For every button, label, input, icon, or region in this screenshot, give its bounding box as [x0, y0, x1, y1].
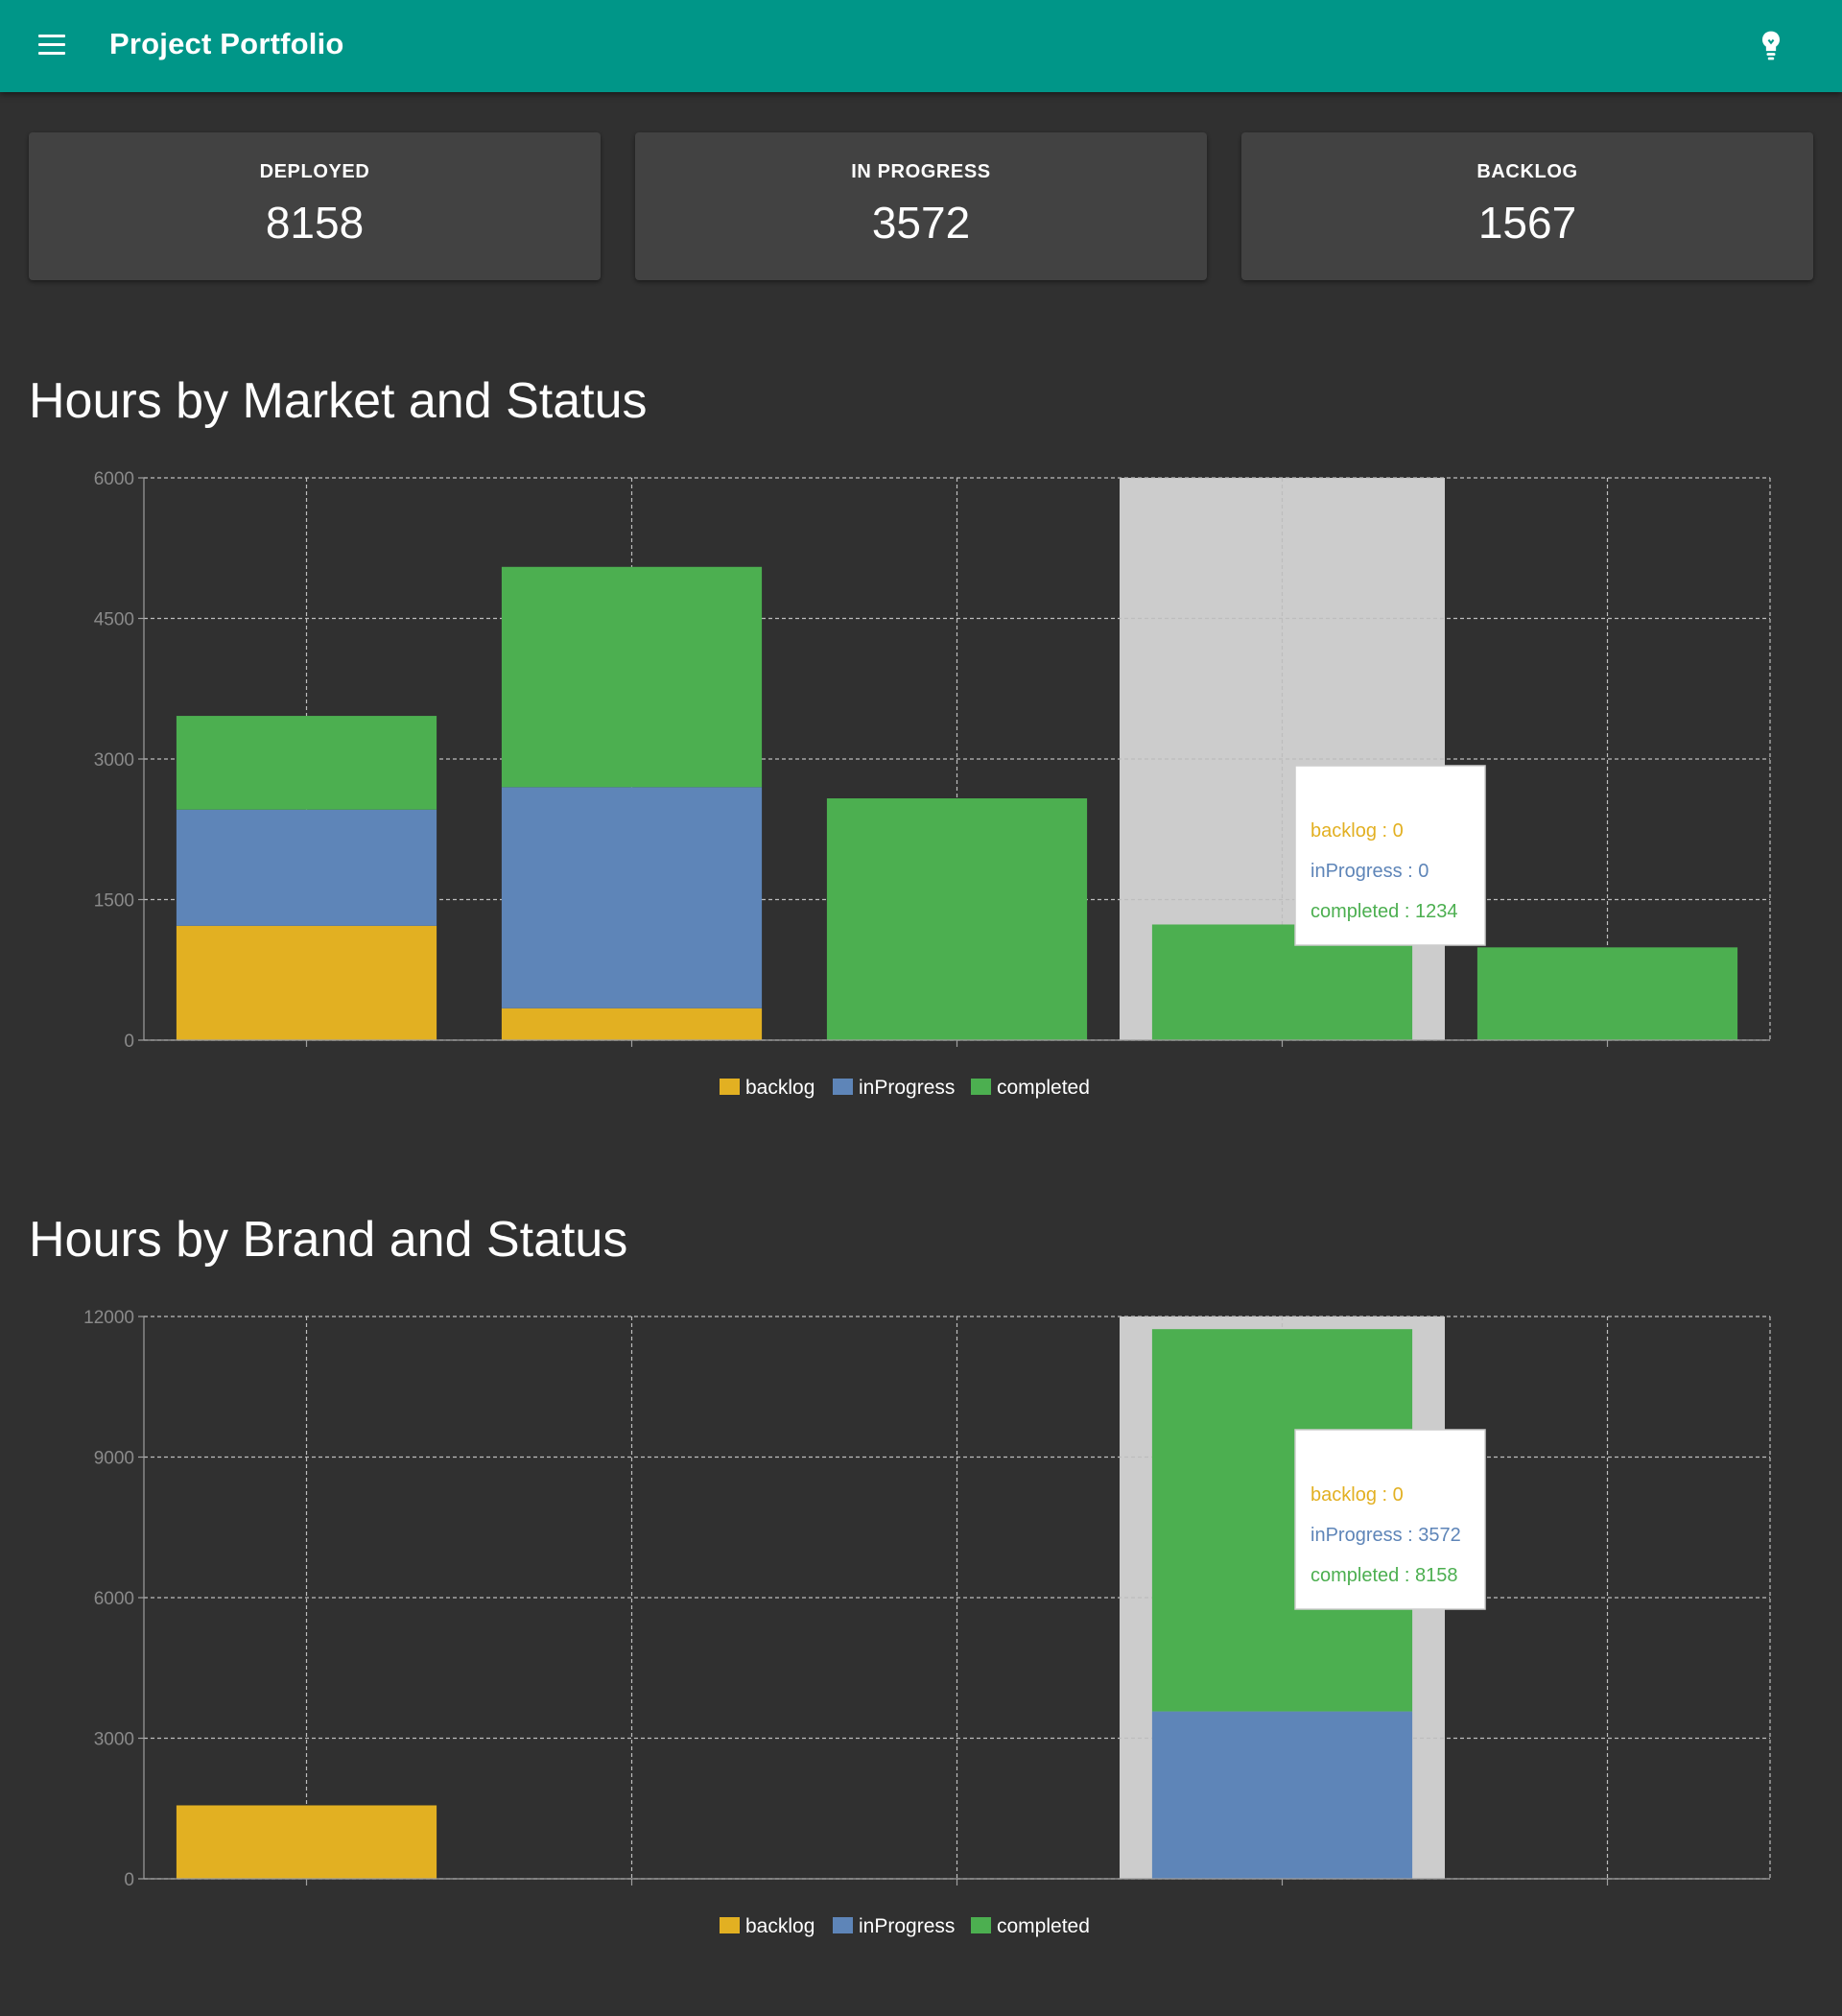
- tooltip-line-completed: completed : 8158: [1311, 1565, 1457, 1586]
- bar-segment-backlog: [176, 1805, 437, 1879]
- y-axis-tick-label: 3000: [94, 1730, 134, 1750]
- tooltip-line-inprogress: inProgress : 3572: [1311, 1525, 1461, 1546]
- stat-card-value: 8158: [265, 198, 365, 248]
- lightbulb-icon[interactable]: [1756, 29, 1786, 63]
- y-axis-tick-label: 4500: [94, 610, 134, 630]
- bar-segment-completed: [826, 798, 1088, 1040]
- legend-swatch-backlog: [720, 1079, 740, 1095]
- tooltip-line-backlog: backlog : 0: [1311, 820, 1404, 842]
- stat-card-label: DEPLOYED: [259, 161, 370, 182]
- y-axis-tick-label: 6000: [94, 469, 134, 489]
- tooltip-line-backlog: backlog : 0: [1311, 1484, 1404, 1506]
- legend-label-inprogress: inProgress: [859, 1915, 955, 1937]
- bar-segment-completed: [501, 566, 763, 788]
- app-bar: Project Portfolio: [0, 0, 1842, 92]
- stat-card-value: 1567: [1477, 198, 1577, 248]
- stat-card-label: IN PROGRESS: [851, 161, 991, 182]
- tooltip-line-inprogress: inProgress : 0: [1311, 861, 1429, 882]
- legend-swatch-inprogress: [833, 1917, 853, 1933]
- app-title: Project Portfolio: [109, 27, 344, 60]
- stat-card-value: 3572: [871, 198, 971, 248]
- bar-segment-inprogress: [1151, 1711, 1413, 1879]
- legend-label-completed: completed: [997, 1915, 1090, 1937]
- y-axis-tick-label: 0: [124, 1870, 134, 1890]
- menu-icon[interactable]: [38, 35, 65, 56]
- legend-label-completed: completed: [997, 1077, 1090, 1099]
- legend-label-backlog: backlog: [745, 1915, 815, 1937]
- chart-title-market: Hours by Market and Status: [29, 373, 648, 429]
- bar-segment-completed: [1476, 947, 1738, 1040]
- legend-label-inprogress: inProgress: [859, 1077, 955, 1099]
- chart-title-brand: Hours by Brand and Status: [29, 1212, 628, 1268]
- bar-segment-inprogress: [176, 809, 437, 926]
- y-axis-tick-label: 0: [124, 1032, 134, 1052]
- legend-swatch-inprogress: [833, 1079, 853, 1095]
- stat-card-label: BACKLOG: [1476, 161, 1578, 182]
- legend-swatch-backlog: [720, 1917, 740, 1933]
- bar-segment-backlog: [501, 1008, 763, 1040]
- y-axis-tick-label: 3000: [94, 750, 134, 771]
- y-axis-tick-label: 12000: [83, 1308, 134, 1328]
- bar-segment-completed: [176, 716, 437, 810]
- y-axis-tick-label: 9000: [94, 1449, 134, 1469]
- legend-swatch-completed: [971, 1079, 991, 1095]
- legend-swatch-completed: [971, 1917, 991, 1933]
- market-status-chart: 0 1500 3000 4500 6000 backlog inProgress comple…: [94, 469, 1771, 1099]
- brand-status-chart: 0 3000 6000 9000 12000 backlog inProgress compl…: [83, 1308, 1771, 1937]
- y-axis-tick-label: 1500: [94, 891, 134, 912]
- bar-segment-inprogress: [501, 787, 763, 1008]
- legend-label-backlog: backlog: [745, 1077, 815, 1099]
- bar-segment-backlog: [176, 925, 437, 1040]
- tooltip-line-completed: completed : 1234: [1311, 901, 1457, 922]
- y-axis-tick-label: 6000: [94, 1589, 134, 1609]
- stat-card-deployed: DEPLOYED 8158: [29, 132, 601, 280]
- stat-card-in-progress: IN PROGRESS 3572: [635, 132, 1207, 280]
- stat-card-backlog: BACKLOG 1567: [1241, 132, 1813, 280]
